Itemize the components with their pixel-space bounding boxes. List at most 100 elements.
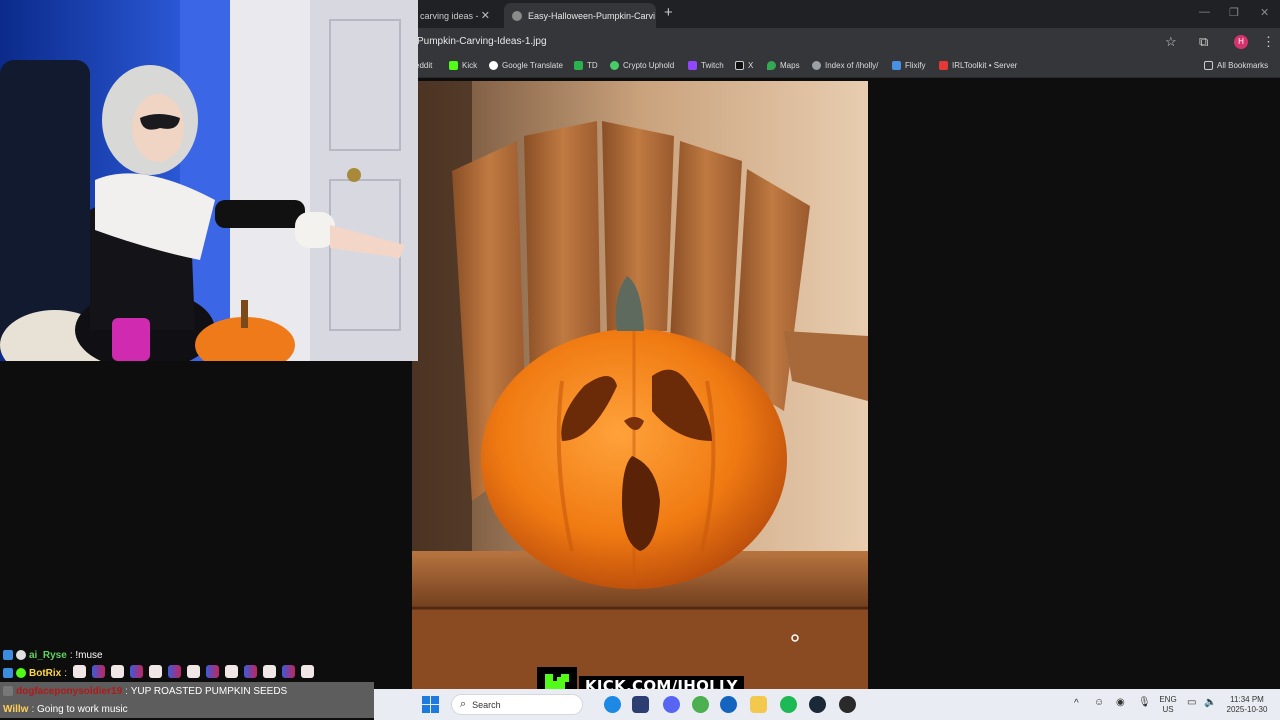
close-icon[interactable]: ✕ [655,9,656,22]
chat-username: ai_Ryse [29,649,67,661]
td-icon [574,61,583,70]
chat-username: Willw [3,703,29,715]
chat-text: !muse [75,649,103,661]
minimize-icon[interactable]: — [1199,6,1210,18]
bookmark-maps[interactable]: Maps [767,61,800,70]
kick-icon [449,61,458,70]
discord-icon[interactable] [663,696,680,713]
emote-icon [281,665,295,678]
volume-icon[interactable]: 🔈 [1204,698,1216,708]
chat-message: dogfaceponysoldier19 : YUP ROASTED PUMPK… [0,682,374,700]
fur-cuff [295,212,335,248]
x-icon [735,61,744,70]
folder-icon [1204,61,1213,70]
cup [112,318,150,361]
chat-message: Willw : Going to work music [0,700,374,718]
language-indicator[interactable]: ENG US [1158,695,1178,715]
address-bar[interactable]: Pumpkin-Carving-Ideas-1.jpg [417,36,547,47]
close-icon[interactable]: ✕ [481,9,490,22]
badge-icon [3,668,13,678]
bookmark-x[interactable]: X [735,61,753,70]
network-icon[interactable]: ▭ [1187,698,1196,708]
browser-icon[interactable] [720,696,737,713]
store-icon[interactable] [632,696,649,713]
bookmark-irltoolkit[interactable]: IRLToolkit • Server [939,61,1017,70]
webcam-feed [0,0,418,361]
microphone-icon[interactable]: 🎙 [1138,698,1151,708]
avatar [3,686,13,696]
kebab-menu-icon[interactable]: ⋮ [1262,34,1275,50]
browser-toolbar: Pumpkin-Carving-Ideas-1.jpg ☆ ⧉ H ⋮ [412,28,1280,56]
chevron-up-icon[interactable]: ^ [1074,699,1079,709]
globe-icon [812,61,821,70]
chat-message: ai_Ryse : !muse [0,646,374,664]
steam-icon[interactable] [809,696,826,713]
windows-start-icon[interactable] [422,696,439,713]
chat-message: BotRix : [0,664,374,682]
emote-row [70,665,317,681]
window-close-icon[interactable]: ✕ [1260,6,1269,19]
spotify-icon[interactable] [780,696,797,713]
chat-text: YUP ROASTED PUMPKIN SEEDS [130,685,288,697]
bookmark-kick[interactable]: Kick [449,61,477,70]
chrome-icon[interactable] [692,696,709,713]
new-tab-plus-icon[interactable]: + [664,4,673,21]
obs-icon[interactable] [839,696,856,713]
emote-icon [224,665,238,678]
bookmark-index-iholly[interactable]: Index of /iholly/ [812,61,878,70]
uphold-icon [610,61,619,70]
edge-icon[interactable] [604,696,621,713]
emote-icon [186,665,200,678]
chat-text: Going to work music [37,703,128,715]
twitch-icon [688,61,697,70]
avatar [16,650,26,660]
emote-icon [300,665,314,678]
pumpkin-photo [412,81,868,689]
tab-pumpkin-image[interactable]: Easy-Halloween-Pumpkin-Carvi ✕ [504,3,656,28]
file-explorer-icon[interactable] [750,696,767,713]
bookmark-crypto-uphold[interactable]: Crypto Uphold [610,61,674,70]
taskbar-search[interactable]: ⌕ Search [451,694,583,715]
all-bookmarks-button[interactable]: All Bookmarks [1204,61,1268,70]
tab-label: carving ideas - [420,10,479,21]
image-favicon-icon [512,10,522,21]
clock[interactable]: 11:34 PM 2025-10-30 [1224,695,1270,715]
star-bookmark-icon[interactable]: ☆ [1165,34,1177,50]
irltoolkit-icon [939,61,948,70]
google-icon [489,61,498,70]
emote-icon [129,665,143,678]
extensions-icon[interactable]: ⧉ [1199,34,1208,50]
restore-icon[interactable]: ❐ [1229,6,1239,19]
bookmark-flixify[interactable]: Flixify [892,61,925,70]
tray-app-icon[interactable]: ☺ [1094,698,1104,708]
chat-overlay: ai_Ryse : !muse BotRix : dogfaceponysold… [0,646,374,718]
bookmarks-bar: eddit Kick Google Translate TD Crypto Up… [412,56,1280,78]
emote-icon [91,665,105,678]
tray-app-icon[interactable]: ◉ [1116,698,1125,708]
badge-icon [3,650,13,660]
bookmark-td[interactable]: TD [574,61,598,70]
verified-icon [16,668,26,678]
tab-carving-ideas[interactable]: carving ideas - ✕ [412,3,498,28]
browser-tab-bar: carving ideas - ✕ Easy-Halloween-Pumpkin… [412,0,1280,28]
maps-icon [767,61,776,70]
emote-icon [262,665,276,678]
emote-icon [72,665,86,678]
bookmark-twitch[interactable]: Twitch [688,61,724,70]
chat-username: dogfaceponysoldier19 [16,685,123,697]
emote-icon [148,665,162,678]
bookmark-google-translate[interactable]: Google Translate [489,61,563,70]
emote-icon [167,665,181,678]
emote-icon [205,665,219,678]
flixify-icon [892,61,901,70]
stream-screen: carving ideas - ✕ Easy-Halloween-Pumpkin… [0,0,1280,720]
search-placeholder: Search [472,699,501,710]
eye-mask [140,114,180,130]
door-knob [347,168,361,182]
tab-label: Easy-Halloween-Pumpkin-Carvi [528,10,656,21]
arm-glove [215,200,305,228]
profile-avatar[interactable]: H [1234,35,1248,49]
search-icon: ⌕ [460,698,467,710]
windows-taskbar: ⌕ Search ^ ☺ ◉ 🎙 ENG US ▭ 🔈 11:34 PM 202… [374,689,1280,720]
emote-icon [243,665,257,678]
